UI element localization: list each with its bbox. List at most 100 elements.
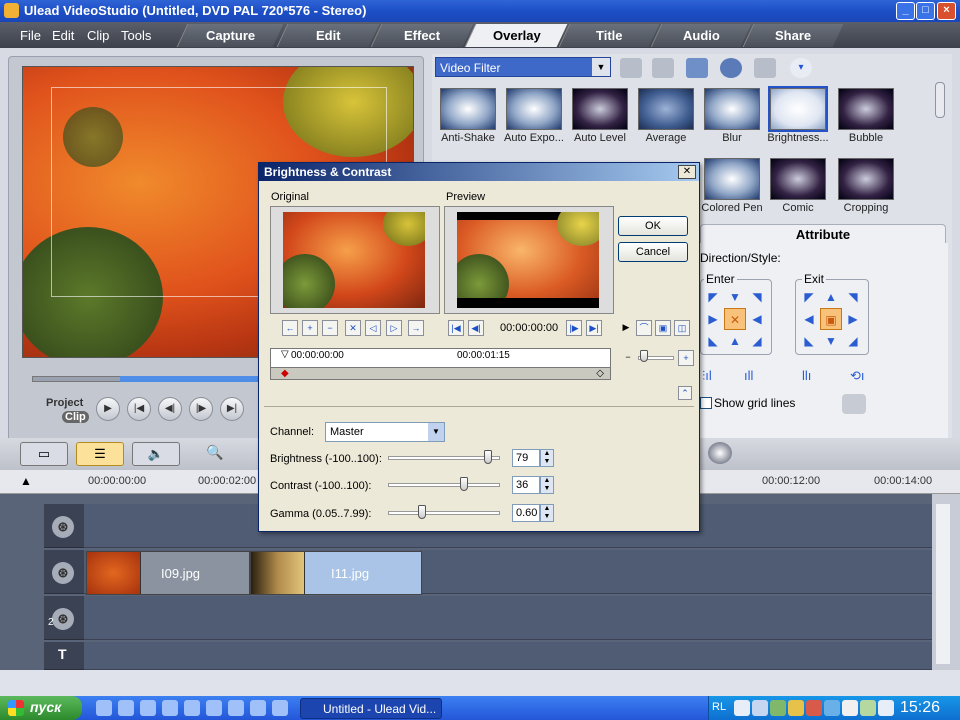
menu-file[interactable]: File	[20, 28, 41, 43]
import-icon[interactable]	[652, 58, 674, 78]
tab-title[interactable]: Title	[558, 24, 660, 47]
quicklaunch-icon[interactable]	[250, 700, 266, 716]
library-category-select[interactable]: Video Filter ▼	[435, 57, 611, 77]
ruler-scroll-up-icon[interactable]: ▲	[20, 474, 32, 488]
brightness-spin[interactable]: ▲ ▼	[540, 449, 554, 467]
arrow-icon[interactable]: ◣	[798, 330, 820, 352]
arrow-icon[interactable]: ◤	[702, 286, 724, 308]
filter-thumb-blur[interactable]	[704, 88, 760, 130]
arrow-icon[interactable]: ▶	[702, 308, 724, 330]
refresh-icon[interactable]	[720, 58, 742, 78]
loop-icon[interactable]: ⌒	[636, 320, 652, 336]
options-icon[interactable]	[754, 58, 776, 78]
show-grid-checkbox[interactable]	[700, 397, 712, 409]
exit-direction-grid[interactable]: ◤ ▲ ◥ ◀ ▣ ▶ ◣ ▼ ◢	[798, 286, 864, 352]
timeline-zoom-knob[interactable]	[640, 350, 648, 362]
center-icon[interactable]: ✕	[724, 308, 746, 330]
brightness-slider[interactable]	[388, 456, 500, 460]
clip-i11[interactable]: I11.jpg	[250, 551, 422, 595]
fade-in-icon[interactable]: ⫶ıl	[702, 368, 712, 384]
tray-icon[interactable]	[806, 700, 822, 716]
contrast-slider[interactable]	[388, 483, 500, 487]
arrow-icon[interactable]: ▲	[724, 330, 746, 352]
quicklaunch-icon[interactable]	[162, 700, 178, 716]
disc-icon[interactable]	[708, 442, 732, 464]
menu-edit[interactable]: Edit	[52, 28, 74, 43]
timeline-hscroll[interactable]	[0, 670, 960, 696]
contrast-spin[interactable]: ▲ ▼	[540, 476, 554, 494]
filter-thumb-colored-pen[interactable]	[704, 158, 760, 200]
fit-icon[interactable]: ✕	[345, 320, 361, 336]
pause-duration-icon[interactable]: llı	[802, 368, 811, 383]
arrow-icon[interactable]: ◢	[746, 330, 768, 352]
title-track[interactable]	[84, 642, 932, 670]
arrow-icon[interactable]: ◢	[842, 330, 864, 352]
project-label[interactable]: Project	[46, 397, 83, 409]
quicklaunch-icon[interactable]	[96, 700, 112, 716]
zoom-out-small-icon[interactable]: −	[322, 320, 338, 336]
language-indicator[interactable]: RL	[712, 701, 726, 713]
arrow-icon[interactable]: ◣	[702, 330, 724, 352]
start-keyframe-icon[interactable]: ◆	[281, 368, 289, 379]
tray-icon[interactable]	[824, 700, 840, 716]
tab-capture[interactable]: Capture	[176, 24, 284, 47]
prev-frame-icon[interactable]: ◀|	[468, 320, 484, 336]
tab-share[interactable]: Share	[742, 24, 844, 47]
arrow-icon[interactable]: ▶	[842, 308, 864, 330]
play-icon[interactable]: ▶	[96, 397, 120, 421]
audio-view-icon[interactable]: 🔈	[132, 442, 180, 466]
filter-thumb-auto-exposure[interactable]	[506, 88, 562, 130]
center-icon[interactable]: ▣	[820, 308, 842, 330]
cancel-button[interactable]: Cancel	[618, 242, 688, 262]
arrow-icon[interactable]: ▼	[724, 286, 746, 308]
timeline-view-icon[interactable]: ☰	[76, 442, 124, 466]
trim-range[interactable]	[120, 376, 260, 382]
zoom-in-icon[interactable]: +	[302, 320, 318, 336]
tab-attribute[interactable]: Attribute	[700, 224, 946, 244]
next-key-icon[interactable]: ▷	[386, 320, 402, 336]
filter-thumb-bubble[interactable]	[838, 88, 894, 130]
quicklaunch-icon[interactable]	[118, 700, 134, 716]
quicklaunch-icon[interactable]	[184, 700, 200, 716]
overlay2-reel-icon[interactable]: ⊛	[52, 608, 74, 630]
contrast-slider-knob[interactable]	[460, 477, 469, 491]
tray-icon[interactable]	[770, 700, 786, 716]
arrow-icon[interactable]: ◀	[798, 308, 820, 330]
gamma-slider-knob[interactable]	[417, 505, 426, 519]
tab-overlay[interactable]: Overlay	[464, 24, 568, 47]
expand-icon[interactable]: ▾	[790, 58, 812, 78]
arrow-icon[interactable]: ◤	[798, 286, 820, 308]
arrow-right-icon[interactable]: →	[408, 320, 424, 336]
screen-icon[interactable]: ◫	[674, 320, 690, 336]
maximize-button[interactable]: □	[916, 2, 935, 20]
clip-i09[interactable]: I09.jpg	[86, 551, 250, 595]
goto-start-icon[interactable]: |◀	[448, 320, 464, 336]
filter-thumb-auto-level[interactable]	[572, 88, 628, 130]
contrast-value[interactable]: 36	[512, 476, 540, 494]
previous-frame-icon[interactable]: ◀|	[158, 397, 182, 421]
start-button[interactable]: пуск	[0, 696, 82, 720]
arrow-icon[interactable]: ◀	[746, 308, 768, 330]
end-keyframe-icon[interactable]: ◇	[596, 368, 604, 379]
quicklaunch-icon[interactable]	[272, 700, 288, 716]
tab-edit[interactable]: Edit	[276, 24, 380, 47]
timecode[interactable]: 00:00:00:00	[500, 322, 558, 334]
taskbar-item-videostudio[interactable]: Untitled - Ulead Vid...	[300, 698, 442, 719]
arrow-left-icon[interactable]: ←	[282, 320, 298, 336]
zoom-out-icon[interactable]: 🔍	[206, 444, 223, 461]
grid-view-icon[interactable]	[686, 58, 708, 78]
tray-icon[interactable]	[752, 700, 768, 716]
tray-icon[interactable]	[842, 700, 858, 716]
filter-thumb-brightness[interactable]	[768, 86, 828, 132]
library-scrollbar[interactable]	[934, 80, 946, 220]
arrow-icon[interactable]: ◥	[842, 286, 864, 308]
tab-effect[interactable]: Effect	[370, 24, 474, 47]
timeline-zoom-in-icon[interactable]: +	[678, 350, 694, 366]
clip-label[interactable]: Clip	[62, 411, 89, 423]
title-track-icon[interactable]: T	[58, 646, 67, 662]
prev-key-icon[interactable]: ◁	[365, 320, 381, 336]
playhead-icon[interactable]: ▽	[281, 349, 289, 360]
close-button[interactable]: ×	[937, 2, 956, 20]
gamma-slider[interactable]	[388, 511, 500, 515]
end-icon[interactable]: ▶|	[220, 397, 244, 421]
